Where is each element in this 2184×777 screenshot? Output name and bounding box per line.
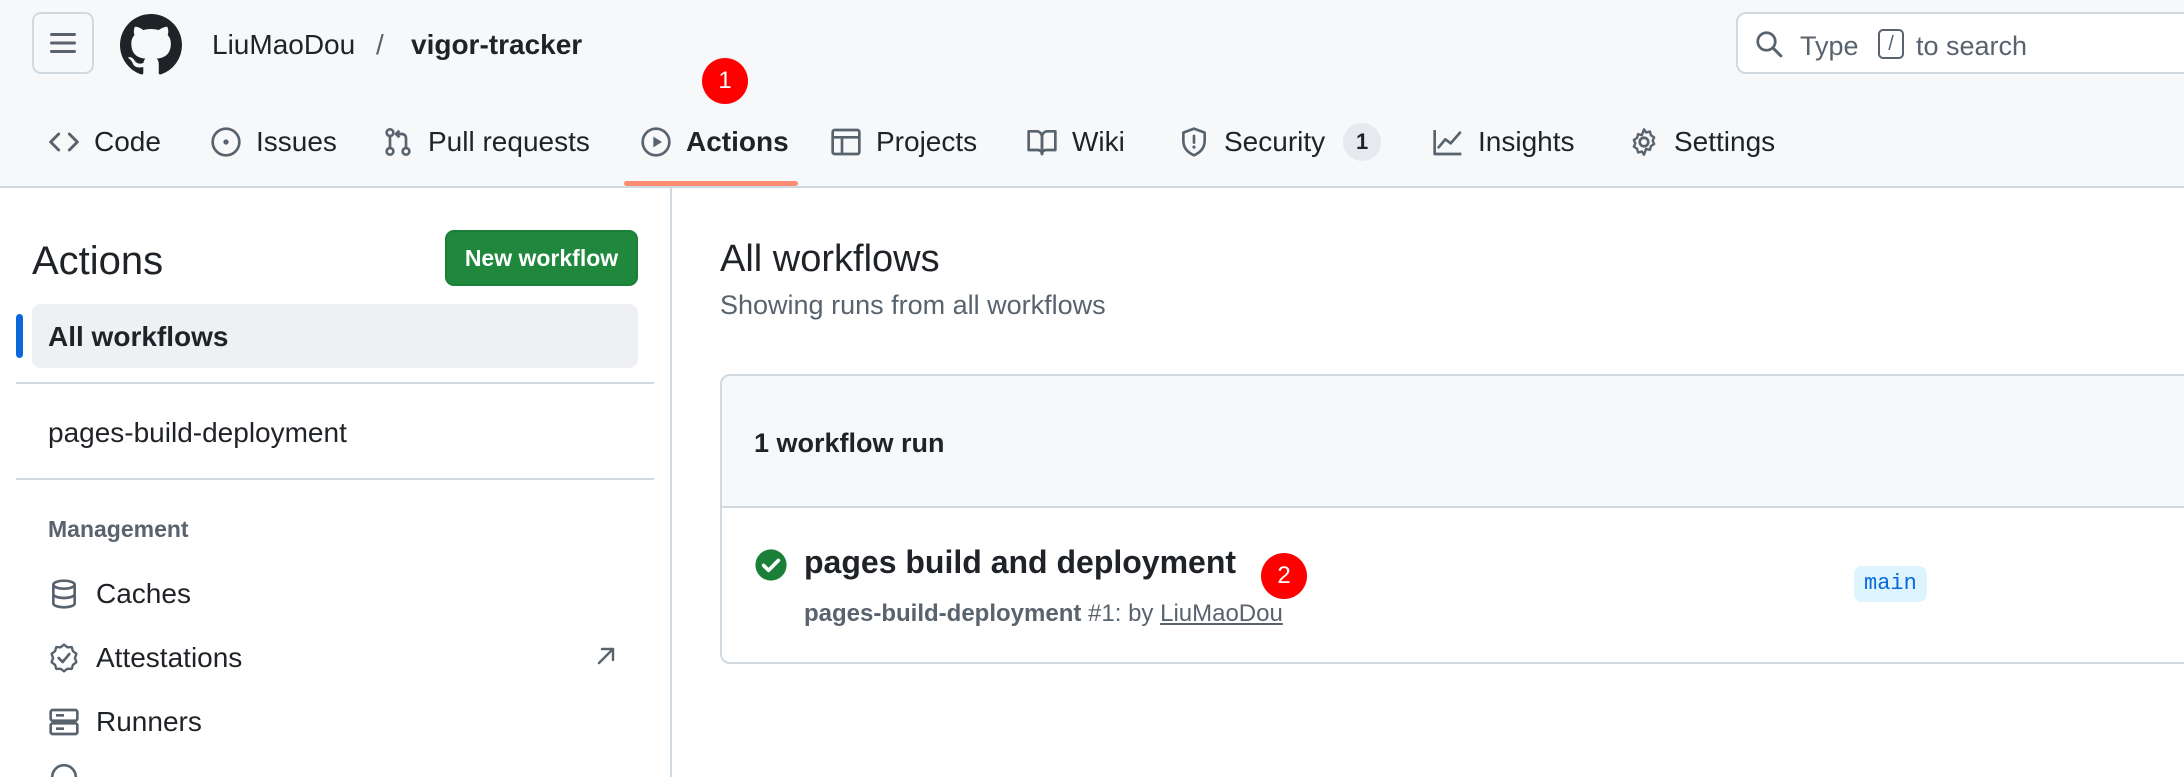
check-circle-fill-icon xyxy=(755,549,787,581)
security-alert-counter: 1 xyxy=(1343,123,1382,161)
search-icon xyxy=(1756,31,1783,58)
database-icon xyxy=(52,579,76,609)
branch-label[interactable]: main xyxy=(1854,566,1927,602)
search-input[interactable]: Type / to search xyxy=(1736,12,2184,74)
git-pull-request-icon xyxy=(385,127,411,156)
breadcrumb-separator: / xyxy=(376,29,384,60)
tab-code[interactable]: Code xyxy=(48,118,161,166)
search-placeholder-suffix: to search xyxy=(1916,31,2028,61)
shield-icon xyxy=(1182,127,1206,157)
new-workflow-button[interactable]: New workflow xyxy=(445,230,638,286)
tab-projects[interactable]: Projects xyxy=(830,118,977,166)
tab-settings[interactable]: Settings xyxy=(1628,118,1775,166)
tab-issues-label: Issues xyxy=(256,126,337,157)
hamburger-icon xyxy=(50,33,76,53)
run-meta: pages-build-deployment #1: by LiuMaoDou xyxy=(804,600,1283,628)
run-title-link[interactable]: pages build and deployment xyxy=(804,544,1236,581)
sidebar-item-pages-build-deployment[interactable]: pages-build-deployment xyxy=(48,416,347,450)
breadcrumb-owner[interactable]: LiuMaoDou xyxy=(212,28,355,62)
search-placeholder-prefix: Type xyxy=(1800,31,1859,61)
tab-settings-label: Settings xyxy=(1674,126,1776,157)
issue-opened-icon xyxy=(211,127,241,157)
code-icon xyxy=(49,132,79,152)
gear-icon xyxy=(1632,128,1656,156)
play-icon xyxy=(641,127,671,157)
sidebar-item-caches[interactable]: Caches xyxy=(48,574,191,614)
book-icon xyxy=(1027,130,1057,156)
page-title: All workflows xyxy=(720,238,940,280)
sidebar-title: Actions xyxy=(32,239,164,283)
tab-actions[interactable]: Actions xyxy=(640,118,789,166)
table-icon xyxy=(831,128,861,156)
tab-security-label: Security xyxy=(1224,126,1326,157)
tab-insights[interactable]: Insights xyxy=(1432,118,1575,166)
search-shortcut-key: / xyxy=(1878,29,1904,59)
annotation-marker-1: 1 xyxy=(702,58,748,104)
github-mark-icon[interactable] xyxy=(120,14,182,76)
tab-projects-label: Projects xyxy=(876,126,978,157)
repo-header: LiuMaoDou / vigor-tracker Type / to sear… xyxy=(0,0,2184,188)
workflow-runs-list: 1 workflow run pages build and deploymen… xyxy=(720,374,2184,664)
page-subtitle: Showing runs from all workflows xyxy=(720,290,1106,320)
partial-item-icon xyxy=(50,764,78,777)
sidebar-divider xyxy=(16,478,654,480)
tab-pull-requests[interactable]: Pull requests xyxy=(382,118,590,166)
tab-pull-requests-label: Pull requests xyxy=(428,126,590,157)
tab-issues[interactable]: Issues xyxy=(210,118,337,166)
sidebar-item-attestations-label: Attestations xyxy=(96,642,243,673)
sidebar-border xyxy=(670,186,672,777)
sidebar-item-caches-label: Caches xyxy=(96,578,191,609)
management-heading: Management xyxy=(48,516,189,542)
sidebar-item-runners[interactable]: Runners xyxy=(48,702,202,742)
runs-list-header: 1 workflow run xyxy=(722,376,2184,508)
server-icon xyxy=(49,708,79,736)
run-workflow-name: pages-build-deployment xyxy=(804,600,1082,627)
sidebar-item-all-workflows-label: All workflows xyxy=(48,321,229,352)
tab-actions-label: Actions xyxy=(686,126,789,157)
run-number: #1: by xyxy=(1088,600,1154,627)
graph-icon xyxy=(1433,130,1462,156)
tab-wiki[interactable]: Wiki xyxy=(1026,118,1125,166)
sidebar-divider xyxy=(16,382,654,384)
tab-wiki-label: Wiki xyxy=(1072,126,1125,157)
run-actor-link[interactable]: LiuMaoDou xyxy=(1160,600,1283,627)
annotation-marker-2: 2 xyxy=(1261,553,1307,599)
tab-code-label: Code xyxy=(94,126,161,157)
tab-insights-label: Insights xyxy=(1478,126,1575,157)
sidebar-item-runners-label: Runners xyxy=(96,706,202,737)
breadcrumb-repo[interactable]: vigor-tracker xyxy=(411,28,582,62)
selected-indicator xyxy=(16,314,23,358)
active-tab-underline xyxy=(624,181,798,186)
runs-count: 1 workflow run xyxy=(754,428,945,458)
link-external-icon[interactable] xyxy=(594,644,618,668)
verified-icon xyxy=(50,643,78,673)
menu-button[interactable] xyxy=(32,12,94,74)
tab-security[interactable]: Security 1 xyxy=(1178,118,1382,166)
sidebar-item-attestations[interactable]: Attestations xyxy=(48,638,242,678)
